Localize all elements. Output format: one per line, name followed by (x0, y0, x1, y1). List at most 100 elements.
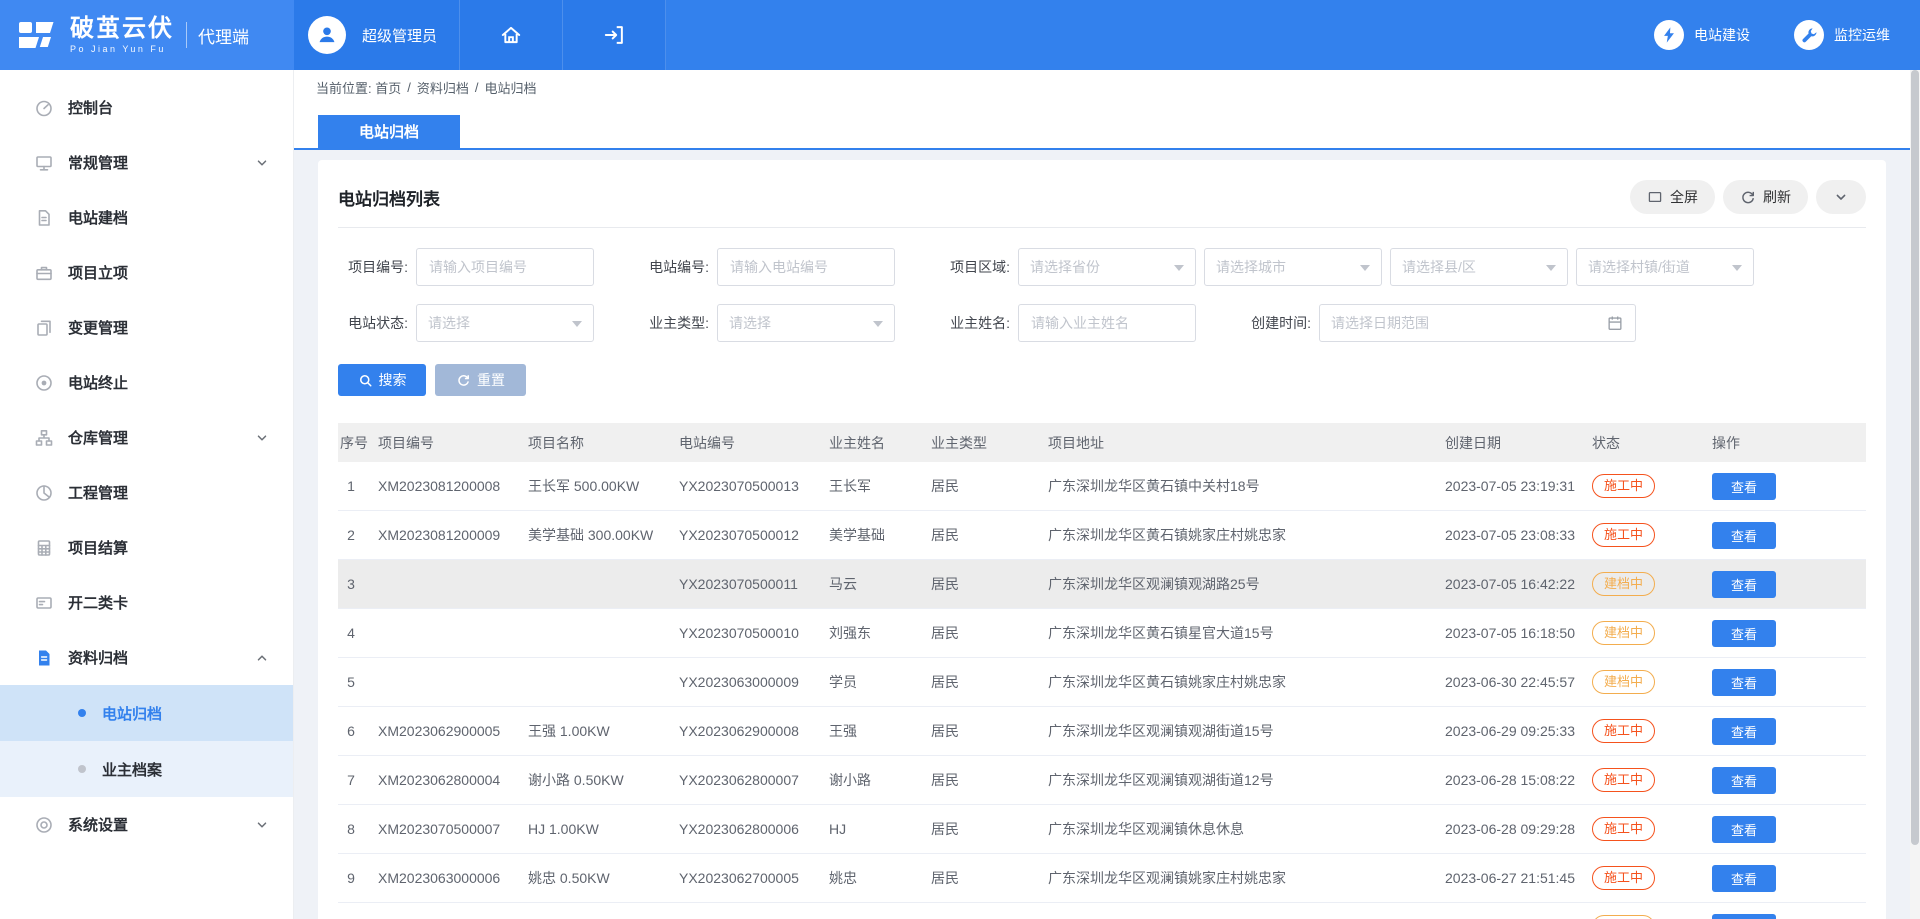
province-select[interactable]: 请选择省份 (1018, 248, 1196, 286)
view-button[interactable]: 查看 (1712, 669, 1776, 696)
cell-index: 8 (338, 821, 378, 837)
column-header: 业主姓名 (829, 433, 931, 453)
search-button[interactable]: 搜索 (338, 364, 426, 396)
owner-type-select[interactable]: 请选择 (717, 304, 895, 342)
caret-down-icon (1174, 265, 1184, 276)
table-body: 1XM2023081200008王长军 500.00KWYX2023070500… (338, 462, 1866, 919)
file-icon (34, 208, 54, 228)
column-header: 项目名称 (528, 433, 679, 453)
cell-owner-name: 学员 (829, 672, 931, 692)
cell-index: 5 (338, 674, 378, 690)
cell-created-date: 2023-07-05 23:19:31 (1445, 478, 1592, 494)
sidebar-item-warehouse-management[interactable]: 仓库管理 (0, 410, 293, 465)
view-button[interactable]: 查看 (1712, 571, 1776, 598)
sidebar-item-station-filing[interactable]: 电站建档 (0, 190, 293, 245)
nav-station-construction[interactable]: 电站建设 (1654, 20, 1750, 50)
filter-region: 项目区域: 请选择省份 请选择城市 (940, 248, 1754, 286)
column-header: 业主类型 (931, 433, 1048, 453)
sidebar-item-change-management[interactable]: 变更管理 (0, 300, 293, 355)
cell-station-no: YX2023070500012 (679, 527, 829, 543)
sidebar-item-label: 常规管理 (68, 152, 128, 173)
county-select[interactable]: 请选择县/区 (1390, 248, 1568, 286)
cell-station-no: YX2023062900008 (679, 723, 829, 739)
cell-owner-name: 刘强东 (829, 623, 931, 643)
view-button[interactable]: 查看 (1712, 473, 1776, 500)
caret-down-icon (1360, 265, 1370, 276)
station-archive-table: 序号项目编号项目名称电站编号业主姓名业主类型项目地址创建日期状态操作 1XM20… (338, 423, 1866, 919)
cell-station-no: YX2023062800006 (679, 821, 829, 837)
sidebar-item-data-archive[interactable]: 资料归档 (0, 630, 293, 685)
station-no-input[interactable] (717, 248, 895, 286)
page-scrollbar[interactable] (1910, 70, 1920, 919)
view-button[interactable]: 查看 (1712, 718, 1776, 745)
logout-button[interactable] (563, 0, 666, 70)
select-placeholder: 请选择 (729, 313, 771, 333)
breadcrumb-item-data-archive[interactable]: 资料归档 (417, 78, 469, 97)
sidebar-item-label: 控制台 (68, 97, 113, 118)
panel-header: 电站归档列表 全屏 刷 (338, 180, 1866, 228)
scrollbar-thumb[interactable] (1911, 70, 1919, 845)
sidebar-subitem-owner-files[interactable]: 业主档案 (0, 741, 293, 797)
sidebar-item-console[interactable]: 控制台 (0, 80, 293, 135)
person-icon (315, 23, 339, 47)
sidebar-item-project-initiation[interactable]: 项目立项 (0, 245, 293, 300)
column-header: 序号 (338, 433, 378, 453)
sidebar-item-label: 项目结算 (68, 537, 128, 558)
collapse-panel-button[interactable] (1816, 180, 1866, 214)
sidebar-item-project-settlement[interactable]: 项目结算 (0, 520, 293, 575)
station-status-select[interactable]: 请选择 (416, 304, 594, 342)
date-placeholder: 请选择日期范围 (1331, 313, 1429, 333)
cell-created-date: 2023-06-28 15:08:22 (1445, 772, 1592, 788)
topbar-nav: 电站建设 监控运维 (1654, 0, 1920, 70)
column-header: 项目编号 (378, 433, 528, 453)
cell-owner-type: 居民 (931, 770, 1048, 790)
gauge-icon (34, 98, 54, 118)
cell-owner-type: 居民 (931, 721, 1048, 741)
cell-project-no: XM2023063000006 (378, 870, 528, 886)
chevron-down-icon (1833, 189, 1849, 205)
city-select[interactable]: 请选择城市 (1204, 248, 1382, 286)
logo[interactable]: 破茧云伏 Po Jian Yun Fu 代理端 (0, 0, 294, 70)
cell-created-date: 2023-07-05 23:08:33 (1445, 527, 1592, 543)
view-button[interactable]: 查看 (1712, 620, 1776, 647)
cell-owner-type: 居民 (931, 819, 1048, 839)
sidebar-item-general-management[interactable]: 常规管理 (0, 135, 293, 190)
app-window: 破茧云伏 Po Jian Yun Fu 代理端 超级管理员 (0, 0, 1920, 919)
view-button[interactable]: 查看 (1712, 816, 1776, 843)
breadcrumb-item-home[interactable]: 首页 (375, 78, 401, 97)
cell-index: 6 (338, 723, 378, 739)
sidebar-item-engineering-management[interactable]: 工程管理 (0, 465, 293, 520)
town-select[interactable]: 请选择村镇/街道 (1576, 248, 1754, 286)
cell-project-no: XM2023062800004 (378, 772, 528, 788)
tab-station-archive[interactable]: 电站归档 (318, 115, 460, 148)
date-range-input[interactable]: 请选择日期范围 (1319, 304, 1636, 342)
refresh-button[interactable]: 刷新 (1723, 180, 1808, 214)
sidebar-item-station-termination[interactable]: 电站终止 (0, 355, 293, 410)
table-header: 序号项目编号项目名称电站编号业主姓名业主类型项目地址创建日期状态操作 (338, 423, 1866, 462)
tab-bar: 电站归档 (294, 104, 1910, 150)
cell-created-date: 2023-07-05 16:42:22 (1445, 576, 1592, 592)
view-button[interactable]: 查看 (1712, 767, 1776, 794)
home-button[interactable] (460, 0, 563, 70)
app-title: 破茧云伏 (70, 17, 174, 41)
filter-project-no: 项目编号: (338, 248, 594, 286)
nav-monitoring[interactable]: 监控运维 (1794, 20, 1890, 50)
cell-address: 广东深圳龙华区黄石镇中关村18号 (1048, 476, 1445, 496)
view-button[interactable]: 查看 (1712, 865, 1776, 892)
sidebar-item-second-class-card[interactable]: 开二类卡 (0, 575, 293, 630)
view-button[interactable]: 查看 (1712, 914, 1776, 919)
user-menu[interactable]: 超级管理员 (294, 0, 460, 70)
owner-name-input[interactable] (1018, 304, 1196, 342)
sidebar-item-system-settings[interactable]: 系统设置 (0, 797, 293, 852)
view-button[interactable]: 查看 (1712, 522, 1776, 549)
avatar (308, 16, 346, 54)
breadcrumb-item-station-archive[interactable]: 电站归档 (485, 78, 537, 97)
sidebar-subitem-station-archive[interactable]: 电站归档 (0, 685, 293, 741)
status-badge: 施工中 (1592, 523, 1655, 548)
reset-button[interactable]: 重置 (435, 364, 526, 396)
select-placeholder: 请选择村镇/街道 (1588, 257, 1690, 277)
caret-down-icon (1732, 265, 1742, 276)
project-no-input[interactable] (416, 248, 594, 286)
refresh-icon (1740, 189, 1756, 205)
fullscreen-button[interactable]: 全屏 (1630, 180, 1715, 214)
